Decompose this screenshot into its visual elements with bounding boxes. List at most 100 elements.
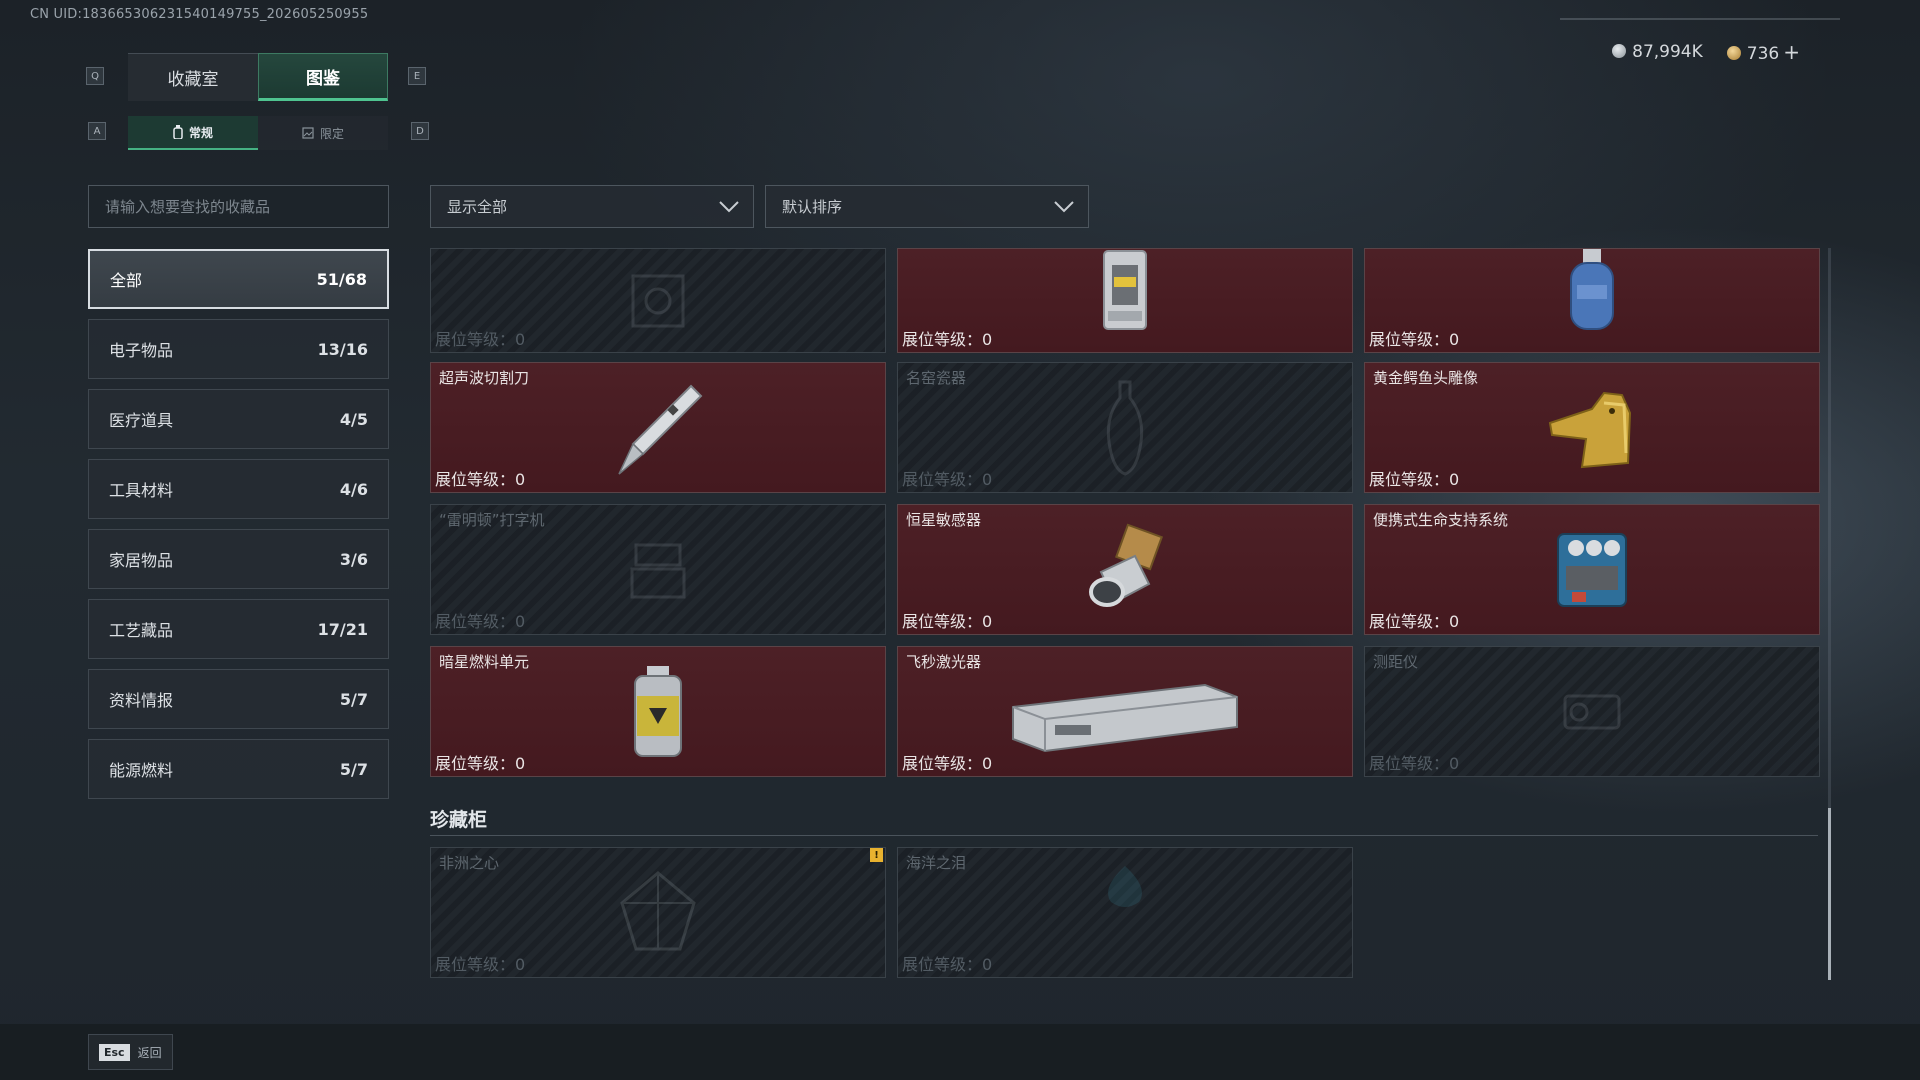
category-count: 4/5 (339, 409, 368, 429)
footer-bar (0, 1024, 1920, 1080)
level-label: 展位等级： (902, 612, 983, 631)
card-level: 展位等级：0 (435, 750, 525, 774)
level-value: 0 (515, 754, 526, 773)
level-value: 0 (1449, 330, 1460, 349)
category-label: 工艺藏品 (109, 621, 174, 640)
content-scrollbar[interactable] (1828, 248, 1831, 980)
gas-canister-icon (1570, 249, 1614, 331)
category-count: 3/6 (339, 549, 368, 569)
card-name: 飞秒激光器 (906, 653, 982, 671)
silver-coin-icon (1612, 44, 1627, 58)
sub-tabs: 常规 限定 (128, 116, 388, 150)
key-hint-q: Q (86, 67, 104, 85)
card-level: 展位等级：0 (1369, 608, 1459, 632)
subtab-limited[interactable]: 限定 (258, 116, 388, 150)
collection-search-input[interactable] (88, 185, 389, 228)
collection-card[interactable]: 名窑瓷器 展位等级：0 (897, 362, 1353, 493)
card-level: 展位等级：0 (902, 326, 992, 350)
category-intel[interactable]: 资料情报 5/7 (88, 669, 389, 729)
chevron-down-icon (1054, 200, 1074, 212)
card-level: 展位等级：0 (435, 608, 525, 632)
collection-card[interactable]: 海洋之泪 展位等级：0 (897, 847, 1353, 978)
category-count: 4/6 (339, 479, 368, 499)
category-household[interactable]: 家居物品 3/6 (88, 529, 389, 589)
level-label: 展位等级： (902, 330, 983, 349)
level-value: 0 (1449, 754, 1460, 773)
card-name: “雷明顿”打字机 (439, 511, 545, 529)
level-label: 展位等级： (435, 955, 516, 974)
collection-card[interactable]: 测距仪 展位等级：0 (1364, 646, 1820, 777)
collection-card[interactable]: 飞秒激光器 展位等级：0 (897, 646, 1353, 777)
back-label: 返回 (137, 1045, 162, 1060)
card-name: 名窑瓷器 (906, 369, 967, 387)
category-electronics[interactable]: 电子物品 13/16 (88, 319, 389, 379)
level-value: 0 (982, 330, 993, 349)
category-crafts[interactable]: 工艺藏品 17/21 (88, 599, 389, 659)
level-value: 0 (982, 470, 993, 489)
image-icon (302, 127, 314, 139)
life-support-icon (1557, 532, 1627, 607)
section-divider (430, 835, 1818, 836)
subtab-limited-label: 限定 (319, 126, 344, 141)
category-tools[interactable]: 工具材料 4/6 (88, 459, 389, 519)
collection-card[interactable]: 恒星敏感器 展位等级：0 (897, 504, 1353, 635)
collection-card[interactable]: 展位等级：0 (430, 248, 886, 353)
tab-collection-room[interactable]: 收藏室 (128, 53, 258, 101)
card-level: 展位等级：0 (435, 326, 525, 350)
card-level: 展位等级：0 (1369, 466, 1459, 490)
card-level: 展位等级：0 (902, 466, 992, 490)
scrollbar-thumb[interactable] (1828, 808, 1831, 980)
level-label: 展位等级： (435, 754, 516, 773)
level-label: 展位等级： (902, 470, 983, 489)
gold-amount: 736 (1746, 44, 1780, 64)
filter-dropdown[interactable]: 显示全部 (430, 185, 754, 228)
category-medical[interactable]: 医疗道具 4/5 (88, 389, 389, 449)
level-label: 展位等级： (1369, 330, 1450, 349)
card-name: 黄金鳄鱼头雕像 (1373, 369, 1479, 387)
category-count: 17/21 (317, 619, 368, 639)
collection-card[interactable]: 便携式生命支持系统 展位等级：0 (1364, 504, 1820, 635)
level-value: 0 (982, 612, 993, 631)
subtab-regular[interactable]: 常规 (128, 116, 258, 150)
add-currency-button[interactable]: + (1783, 40, 1800, 64)
category-label: 工具材料 (109, 481, 174, 500)
sort-dropdown[interactable]: 默认排序 (765, 185, 1089, 228)
card-name: 超声波切割刀 (439, 369, 530, 387)
card-name: 恒星敏感器 (906, 511, 982, 529)
category-label: 电子物品 (109, 341, 174, 360)
category-list: 全部 51/68 电子物品 13/16 医疗道具 4/5 工具材料 4/6 家居物品 3/… (88, 249, 389, 809)
back-button[interactable]: Esc 返回 (88, 1034, 173, 1070)
level-value: 0 (982, 754, 993, 773)
rangefinder-icon (1563, 694, 1621, 729)
lantern-device-icon (1103, 250, 1147, 331)
golden-crocodile-icon (1548, 391, 1632, 468)
vase-icon (1106, 380, 1144, 476)
category-label: 医疗道具 (109, 411, 174, 430)
main-tabs: 收藏室 图鉴 (128, 53, 388, 101)
heart-of-africa-icon (620, 870, 696, 950)
bottle-icon (173, 125, 183, 139)
star-sensor-icon (1089, 523, 1164, 607)
category-all[interactable]: 全部 51/68 (88, 249, 389, 309)
card-level: 展位等级：0 (902, 608, 992, 632)
collection-card[interactable]: 黄金鳄鱼头雕像 展位等级：0 (1364, 362, 1820, 493)
collection-card[interactable]: “雷明顿”打字机 展位等级：0 (430, 504, 886, 635)
collection-card[interactable]: 非洲之心 ! 展位等级：0 (430, 847, 886, 978)
collection-card[interactable]: 展位等级：0 (897, 248, 1353, 353)
gold-coin-icon (1726, 46, 1741, 60)
collection-card[interactable]: 超声波切割刀 展位等级：0 (430, 362, 886, 493)
collection-card[interactable]: 暗星燃料单元 展位等级：0 (430, 646, 886, 777)
level-value: 0 (1449, 612, 1460, 631)
category-count: 13/16 (317, 339, 368, 359)
uid-label: CN UID:18366530623154014975​5_2026052509… (30, 7, 369, 22)
collection-card[interactable]: 展位等级：0 (1364, 248, 1820, 353)
card-level: 展位等级：0 (435, 951, 525, 975)
level-label: 展位等级： (435, 470, 516, 489)
tab-catalog[interactable]: 图鉴 (258, 53, 388, 101)
category-energy[interactable]: 能源燃料 5/7 (88, 739, 389, 799)
card-name: 测距仪 (1373, 653, 1419, 671)
level-label: 展位等级： (435, 612, 516, 631)
ultrasonic-knife-icon (618, 384, 703, 475)
level-label: 展位等级： (1369, 612, 1450, 631)
key-hint-e: E (408, 67, 426, 85)
